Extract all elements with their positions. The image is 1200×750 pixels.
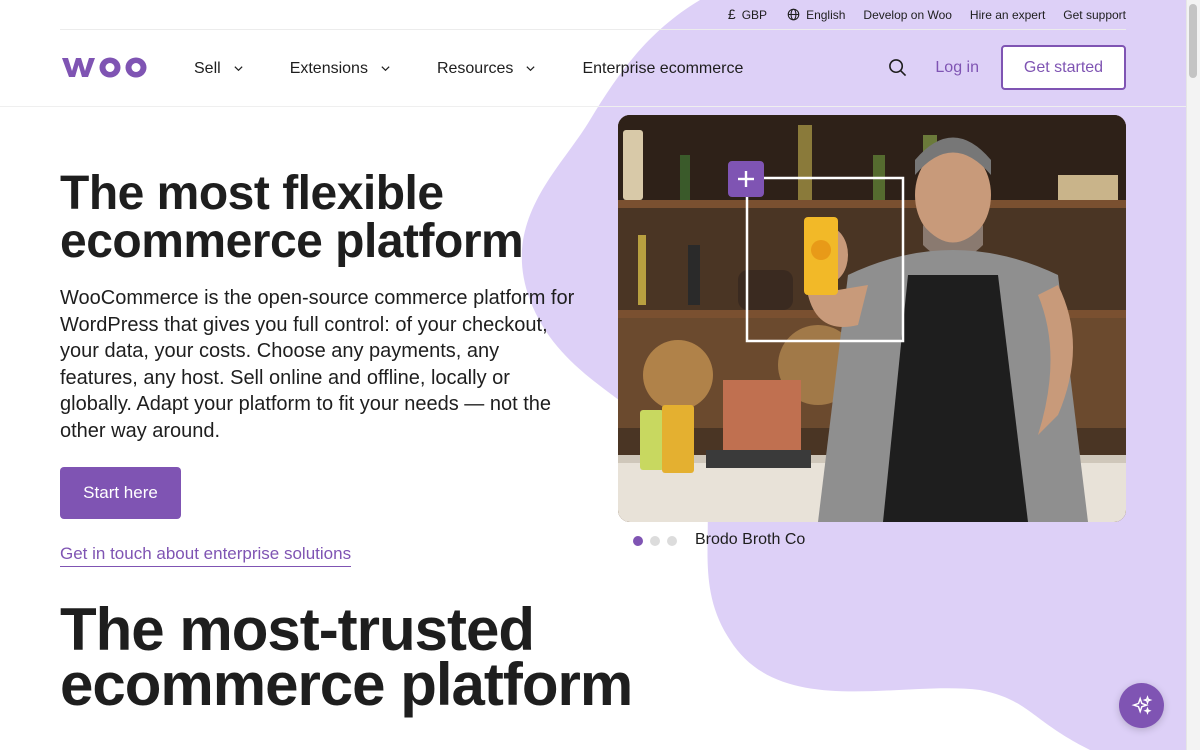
- nav-sell[interactable]: Sell: [194, 60, 244, 78]
- start-here-button[interactable]: Start here: [60, 467, 181, 519]
- hero-image: [618, 115, 1126, 522]
- main-nav: Sell Extensions Resources Enterprise eco…: [194, 30, 789, 107]
- header-actions: Log in Get started: [886, 45, 1126, 90]
- nav-enterprise-label: Enterprise ecommerce: [582, 59, 744, 77]
- currency-selector[interactable]: £ GBP: [727, 6, 768, 22]
- enterprise-link[interactable]: Get in touch about enterprise solutions: [60, 544, 352, 567]
- nav-extensions-label: Extensions: [289, 59, 368, 77]
- search-icon: [888, 59, 907, 77]
- image-caption: Brodo Broth Co: [695, 531, 806, 548]
- sparkle-icon: [1131, 694, 1152, 715]
- hire-expert-link[interactable]: Hire an expert: [970, 8, 1045, 22]
- get-started-button[interactable]: Get started: [1001, 45, 1126, 90]
- globe-icon: [787, 8, 800, 21]
- currency-label: GBP: [741, 7, 768, 22]
- develop-link[interactable]: Develop on Woo: [863, 8, 952, 22]
- chevron-down-icon: [381, 66, 390, 72]
- section-title: The most-trusted ecommerce platform: [60, 596, 633, 718]
- plus-icon: [738, 171, 754, 187]
- nav-resources-label: Resources: [436, 59, 514, 77]
- carousel-dot-3[interactable]: [667, 536, 677, 546]
- chevron-down-icon: [234, 66, 243, 72]
- nav-extensions[interactable]: Extensions: [290, 60, 391, 78]
- pound-icon: £: [727, 6, 736, 22]
- carousel-dot-2[interactable]: [650, 536, 660, 546]
- hero-title: The most flexible ecommerce platform: [60, 167, 524, 268]
- chevron-down-icon: [526, 66, 536, 72]
- scrollbar[interactable]: [1186, 0, 1200, 750]
- carousel-dot-1[interactable]: [633, 536, 643, 546]
- main-header: Sell Extensions Resources Enterprise eco…: [0, 30, 1186, 107]
- add-product-button[interactable]: [728, 161, 764, 197]
- ai-assistant-button[interactable]: [1119, 683, 1164, 728]
- language-selector[interactable]: English: [787, 8, 845, 22]
- nav-enterprise[interactable]: Enterprise ecommerce: [582, 60, 743, 78]
- nav-sell-label: Sell: [194, 59, 221, 77]
- get-support-link[interactable]: Get support: [1063, 8, 1126, 22]
- nav-resources[interactable]: Resources: [437, 60, 536, 78]
- woo-logo[interactable]: [60, 54, 150, 80]
- search-button[interactable]: [886, 57, 908, 79]
- utility-bar: £ GBP English Develop on Woo Hire an exp…: [60, 0, 1126, 30]
- login-link[interactable]: Log in: [935, 59, 979, 77]
- carousel-dots: [633, 536, 677, 546]
- hero-description: WooCommerce is the open-source commerce …: [60, 287, 575, 442]
- scrollbar-thumb[interactable]: [1189, 4, 1197, 78]
- language-label: English: [806, 7, 846, 22]
